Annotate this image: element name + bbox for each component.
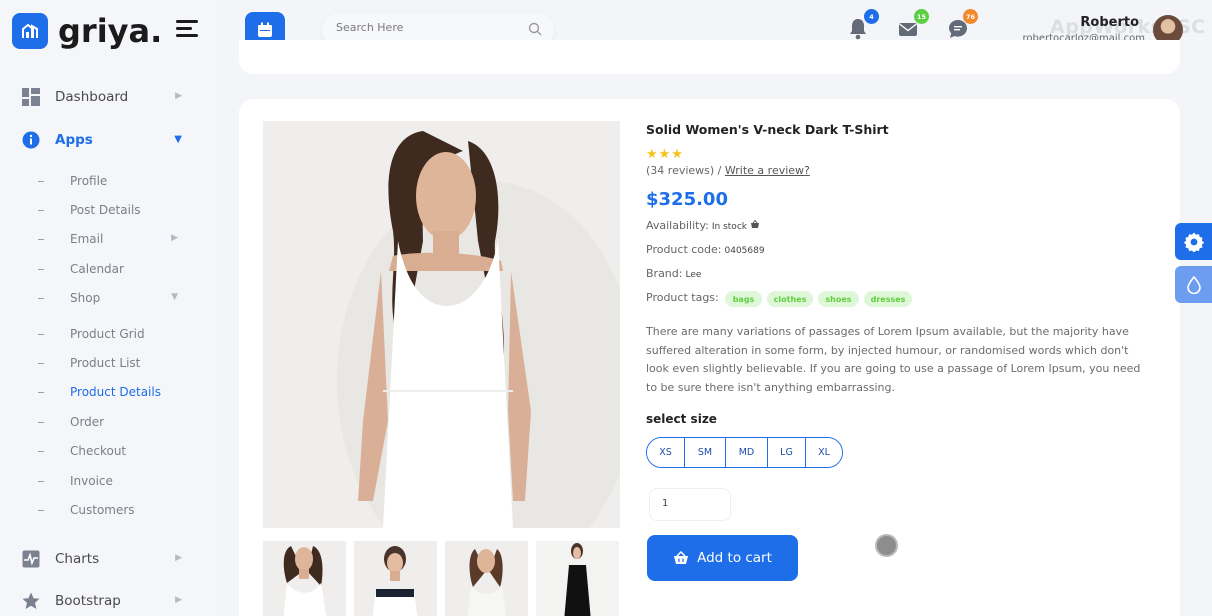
info-icon — [22, 131, 40, 149]
add-to-cart-label: Add to cart — [697, 550, 772, 566]
chat-count-badge: 76 — [963, 9, 978, 24]
add-to-cart-button[interactable]: Add to cart — [647, 535, 798, 581]
sidebar-subitem-product-grid[interactable]: Product Grid — [38, 327, 178, 341]
size-sm-button[interactable]: SM — [685, 438, 726, 467]
chats-button[interactable]: 76 — [947, 9, 978, 40]
size-xl-button[interactable]: XL — [806, 438, 842, 467]
product-thumbnail[interactable] — [263, 541, 346, 616]
product-title: Solid Women's V-neck Dark T-Shirt — [646, 122, 889, 137]
sidebar-item-apps[interactable]: Apps ▼ — [22, 131, 182, 149]
brand-logo-icon — [12, 13, 48, 49]
tag-bags[interactable]: bags — [725, 291, 762, 307]
basket-icon — [674, 551, 689, 564]
message-count-badge: 15 — [914, 9, 929, 24]
chevron-right-icon: ▶ — [171, 233, 178, 243]
product-brand: Brand: Lee — [646, 267, 702, 280]
quantity-input[interactable] — [662, 498, 722, 509]
product-thumbnail[interactable] — [536, 541, 619, 616]
sidebar-item-charts[interactable]: Charts ▶ — [22, 550, 182, 568]
chevron-right-icon: ▶ — [175, 553, 182, 563]
tag-dresses[interactable]: dresses — [864, 291, 912, 307]
reviews-line: (34 reviews) / Write a review? — [646, 164, 810, 177]
sidebar-subitem-invoice[interactable]: Invoice — [38, 474, 178, 488]
star-icon — [22, 592, 40, 610]
product-photo — [263, 121, 620, 528]
size-lg-button[interactable]: LG — [768, 438, 806, 467]
product-main-image[interactable] — [263, 121, 620, 528]
sidebar-subitem-post-details[interactable]: Post Details — [38, 203, 178, 217]
review-count: (34 reviews) / — [646, 164, 722, 177]
sidebar-subitem-product-list[interactable]: Product List — [38, 356, 178, 370]
user-name[interactable]: Roberto — [1055, 15, 1139, 30]
write-review-link[interactable]: Write a review? — [725, 164, 810, 177]
sidebar-item-label: Bootstrap — [55, 593, 121, 609]
rating-stars-icon: ★★★ — [646, 147, 684, 162]
product-thumbnail[interactable] — [354, 541, 437, 616]
cursor-indicator — [875, 534, 898, 557]
search-input[interactable] — [336, 21, 516, 34]
settings-button[interactable] — [1175, 223, 1212, 260]
size-md-button[interactable]: MD — [726, 438, 768, 467]
sidebar-subitem-customers[interactable]: Customers — [38, 503, 178, 517]
notification-count-badge: 4 — [864, 9, 879, 24]
sidebar-item-label: Charts — [55, 551, 100, 567]
product-thumbnail[interactable] — [445, 541, 528, 616]
sidebar-item-label: Dashboard — [55, 89, 129, 105]
theme-button[interactable] — [1175, 266, 1212, 303]
chevron-right-icon: ▶ — [175, 595, 182, 605]
sidebar-item-bootstrap[interactable]: Bootstrap ▶ — [22, 592, 182, 610]
sidebar-subitem-shop[interactable]: Shop ▼ — [38, 291, 178, 305]
sidebar-subitem-email[interactable]: Email ▶ — [38, 232, 178, 246]
brand[interactable]: griya. — [12, 12, 162, 50]
availability: Availability: In stock — [646, 219, 760, 232]
sidebar-subitem-order[interactable]: Order — [38, 415, 178, 429]
calendar-icon — [258, 22, 272, 37]
chevron-down-icon: ▼ — [174, 134, 182, 145]
basket-icon — [751, 219, 760, 228]
search-icon[interactable] — [528, 21, 542, 40]
product-code: Product code: 0405689 — [646, 243, 765, 256]
availability-value: In stock — [711, 222, 747, 232]
sidebar: griya. Dashboard ▶ Apps ▼ Profile Post D… — [0, 0, 215, 616]
size-label: select size — [646, 412, 717, 426]
top-card — [239, 40, 1180, 74]
product-tags-label: Product tags: — [646, 291, 719, 304]
sidebar-subitem-checkout[interactable]: Checkout — [38, 444, 178, 458]
grid-icon — [22, 88, 40, 106]
chevron-right-icon: ▶ — [175, 91, 182, 101]
product-description: There are many variations of passages of… — [646, 325, 1141, 394]
sidebar-subitem-profile[interactable]: Profile — [38, 174, 178, 188]
tag-clothes[interactable]: clothes — [767, 291, 813, 307]
sidebar-subitem-product-details[interactable]: Product Details — [38, 385, 178, 399]
sidebar-item-dashboard[interactable]: Dashboard ▶ — [22, 88, 182, 106]
tag-shoes[interactable]: shoes — [818, 291, 859, 307]
size-selector: XS SM MD LG XL — [646, 437, 843, 468]
size-xs-button[interactable]: XS — [647, 438, 685, 467]
chart-icon — [22, 550, 40, 568]
chevron-down-icon: ▼ — [171, 292, 178, 302]
notifications-button[interactable]: 4 — [848, 9, 879, 40]
messages-button[interactable]: 15 — [898, 9, 929, 40]
sidebar-item-label: Apps — [55, 132, 93, 148]
sidebar-subitem-calendar[interactable]: Calendar — [38, 262, 178, 276]
droplet-icon — [1186, 275, 1201, 294]
gear-icon — [1183, 232, 1204, 252]
menu-toggle-icon[interactable] — [176, 20, 198, 38]
quantity-stepper — [649, 488, 731, 521]
brand-name: griya. — [58, 12, 163, 50]
product-price: $325.00 — [646, 189, 728, 210]
